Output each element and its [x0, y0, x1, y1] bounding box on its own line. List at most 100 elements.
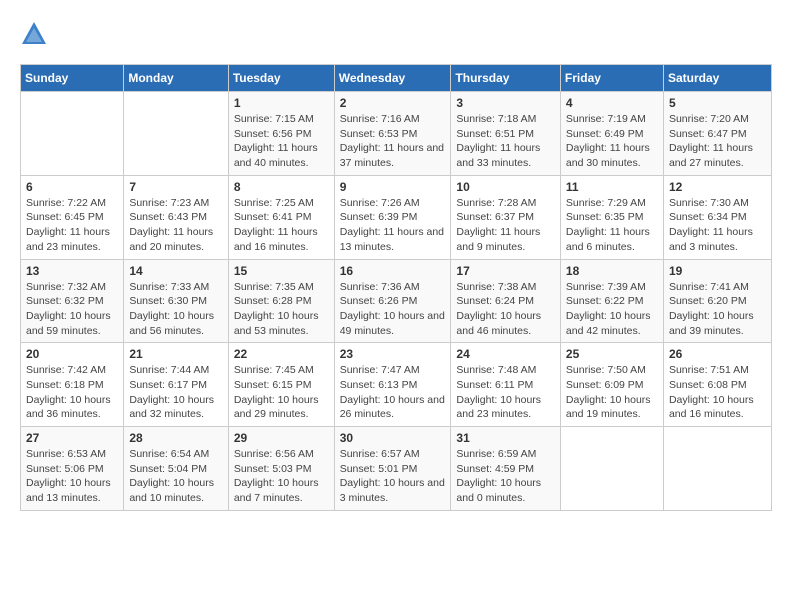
day-cell — [560, 427, 663, 511]
day-info: Sunrise: 7:50 AMSunset: 6:09 PMDaylight:… — [566, 363, 658, 422]
day-info: Sunrise: 7:16 AMSunset: 6:53 PMDaylight:… — [340, 112, 446, 171]
header-monday: Monday — [124, 65, 228, 92]
day-number: 25 — [566, 347, 658, 361]
day-cell: 24 Sunrise: 7:48 AMSunset: 6:11 PMDayligh… — [451, 343, 561, 427]
day-cell: 1 Sunrise: 7:15 AMSunset: 6:56 PMDaylight… — [228, 92, 334, 176]
week-row-2: 6Sunrise: 7:22 AMSunset: 6:45 PMDaylight… — [21, 175, 772, 259]
logo-icon — [20, 20, 48, 48]
week-row-1: 1 Sunrise: 7:15 AMSunset: 6:56 PMDaylight… — [21, 92, 772, 176]
header-tuesday: Tuesday — [228, 65, 334, 92]
day-cell — [124, 92, 228, 176]
day-info: Sunrise: 7:35 AMSunset: 6:28 PMDaylight:… — [234, 280, 329, 339]
day-number: 16 — [340, 264, 446, 278]
day-info: Sunrise: 7:33 AMSunset: 6:30 PMDaylight:… — [129, 280, 222, 339]
day-number: 19 — [669, 264, 766, 278]
day-info: Sunrise: 7:29 AMSunset: 6:35 PMDaylight:… — [566, 196, 658, 255]
logo — [20, 20, 52, 48]
day-info: Sunrise: 7:20 AMSunset: 6:47 PMDaylight:… — [669, 112, 766, 171]
day-cell: 7 Sunrise: 7:23 AMSunset: 6:43 PMDaylight… — [124, 175, 228, 259]
day-cell: 31 Sunrise: 6:59 AMSunset: 4:59 PMDayligh… — [451, 427, 561, 511]
day-cell — [663, 427, 771, 511]
day-cell: 12Sunrise: 7:30 AMSunset: 6:34 PMDayligh… — [663, 175, 771, 259]
day-number: 10 — [456, 180, 555, 194]
day-info: Sunrise: 6:59 AMSunset: 4:59 PMDaylight:… — [456, 447, 555, 506]
day-info: Sunrise: 6:53 AMSunset: 5:06 PMDaylight:… — [26, 447, 118, 506]
day-info: Sunrise: 7:30 AMSunset: 6:34 PMDaylight:… — [669, 196, 766, 255]
day-number: 2 — [340, 96, 446, 110]
day-number: 7 — [129, 180, 222, 194]
day-number: 30 — [340, 431, 446, 445]
day-cell: 18 Sunrise: 7:39 AMSunset: 6:22 PMDayligh… — [560, 259, 663, 343]
day-number: 29 — [234, 431, 329, 445]
week-row-4: 20 Sunrise: 7:42 AMSunset: 6:18 PMDayligh… — [21, 343, 772, 427]
day-cell: 17 Sunrise: 7:38 AMSunset: 6:24 PMDayligh… — [451, 259, 561, 343]
day-info: Sunrise: 7:47 AMSunset: 6:13 PMDaylight:… — [340, 363, 446, 422]
day-number: 18 — [566, 264, 658, 278]
day-info: Sunrise: 7:39 AMSunset: 6:22 PMDaylight:… — [566, 280, 658, 339]
day-info: Sunrise: 7:48 AMSunset: 6:11 PMDaylight:… — [456, 363, 555, 422]
day-number: 22 — [234, 347, 329, 361]
day-cell: 4 Sunrise: 7:19 AMSunset: 6:49 PMDaylight… — [560, 92, 663, 176]
week-row-5: 27Sunrise: 6:53 AMSunset: 5:06 PMDayligh… — [21, 427, 772, 511]
day-info: Sunrise: 7:51 AMSunset: 6:08 PMDaylight:… — [669, 363, 766, 422]
day-cell: 14 Sunrise: 7:33 AMSunset: 6:30 PMDayligh… — [124, 259, 228, 343]
day-number: 20 — [26, 347, 118, 361]
day-number: 3 — [456, 96, 555, 110]
day-cell: 30 Sunrise: 6:57 AMSunset: 5:01 PMDayligh… — [334, 427, 451, 511]
day-info: Sunrise: 7:41 AMSunset: 6:20 PMDaylight:… — [669, 280, 766, 339]
day-number: 11 — [566, 180, 658, 194]
day-number: 28 — [129, 431, 222, 445]
header-sunday: Sunday — [21, 65, 124, 92]
day-info: Sunrise: 7:25 AMSunset: 6:41 PMDaylight:… — [234, 196, 329, 255]
day-cell: 28 Sunrise: 6:54 AMSunset: 5:04 PMDayligh… — [124, 427, 228, 511]
day-number: 21 — [129, 347, 222, 361]
day-number: 8 — [234, 180, 329, 194]
day-info: Sunrise: 7:19 AMSunset: 6:49 PMDaylight:… — [566, 112, 658, 171]
day-info: Sunrise: 7:28 AMSunset: 6:37 PMDaylight:… — [456, 196, 555, 255]
day-cell: 13Sunrise: 7:32 AMSunset: 6:32 PMDayligh… — [21, 259, 124, 343]
day-number: 4 — [566, 96, 658, 110]
day-cell: 25 Sunrise: 7:50 AMSunset: 6:09 PMDayligh… — [560, 343, 663, 427]
day-cell: 11 Sunrise: 7:29 AMSunset: 6:35 PMDayligh… — [560, 175, 663, 259]
day-number: 23 — [340, 347, 446, 361]
day-cell: 3Sunrise: 7:18 AMSunset: 6:51 PMDaylight… — [451, 92, 561, 176]
day-cell: 8 Sunrise: 7:25 AMSunset: 6:41 PMDaylight… — [228, 175, 334, 259]
day-cell: 22 Sunrise: 7:45 AMSunset: 6:15 PMDayligh… — [228, 343, 334, 427]
day-number: 5 — [669, 96, 766, 110]
day-number: 24 — [456, 347, 555, 361]
day-number: 17 — [456, 264, 555, 278]
day-info: Sunrise: 7:22 AMSunset: 6:45 PMDaylight:… — [26, 196, 118, 255]
page-header — [20, 20, 772, 48]
day-cell: 10 Sunrise: 7:28 AMSunset: 6:37 PMDayligh… — [451, 175, 561, 259]
day-info: Sunrise: 7:36 AMSunset: 6:26 PMDaylight:… — [340, 280, 446, 339]
header-wednesday: Wednesday — [334, 65, 451, 92]
day-cell: 6Sunrise: 7:22 AMSunset: 6:45 PMDaylight… — [21, 175, 124, 259]
day-cell: 29 Sunrise: 6:56 AMSunset: 5:03 PMDayligh… — [228, 427, 334, 511]
day-number: 14 — [129, 264, 222, 278]
header-saturday: Saturday — [663, 65, 771, 92]
day-cell: 19 Sunrise: 7:41 AMSunset: 6:20 PMDayligh… — [663, 259, 771, 343]
day-number: 1 — [234, 96, 329, 110]
day-info: Sunrise: 7:38 AMSunset: 6:24 PMDaylight:… — [456, 280, 555, 339]
day-info: Sunrise: 7:42 AMSunset: 6:18 PMDaylight:… — [26, 363, 118, 422]
week-row-3: 13Sunrise: 7:32 AMSunset: 6:32 PMDayligh… — [21, 259, 772, 343]
day-number: 9 — [340, 180, 446, 194]
day-number: 15 — [234, 264, 329, 278]
header-thursday: Thursday — [451, 65, 561, 92]
day-info: Sunrise: 6:56 AMSunset: 5:03 PMDaylight:… — [234, 447, 329, 506]
header-row: SundayMondayTuesdayWednesdayThursdayFrid… — [21, 65, 772, 92]
day-cell: 21Sunrise: 7:44 AMSunset: 6:17 PMDayligh… — [124, 343, 228, 427]
day-info: Sunrise: 7:23 AMSunset: 6:43 PMDaylight:… — [129, 196, 222, 255]
day-cell: 15 Sunrise: 7:35 AMSunset: 6:28 PMDayligh… — [228, 259, 334, 343]
header-friday: Friday — [560, 65, 663, 92]
day-info: Sunrise: 7:15 AMSunset: 6:56 PMDaylight:… — [234, 112, 329, 171]
day-cell: 23 Sunrise: 7:47 AMSunset: 6:13 PMDayligh… — [334, 343, 451, 427]
day-info: Sunrise: 6:54 AMSunset: 5:04 PMDaylight:… — [129, 447, 222, 506]
day-info: Sunrise: 7:45 AMSunset: 6:15 PMDaylight:… — [234, 363, 329, 422]
day-cell: 5 Sunrise: 7:20 AMSunset: 6:47 PMDaylight… — [663, 92, 771, 176]
day-cell: 27Sunrise: 6:53 AMSunset: 5:06 PMDayligh… — [21, 427, 124, 511]
day-cell: 20 Sunrise: 7:42 AMSunset: 6:18 PMDayligh… — [21, 343, 124, 427]
day-info: Sunrise: 6:57 AMSunset: 5:01 PMDaylight:… — [340, 447, 446, 506]
day-number: 31 — [456, 431, 555, 445]
day-cell — [21, 92, 124, 176]
